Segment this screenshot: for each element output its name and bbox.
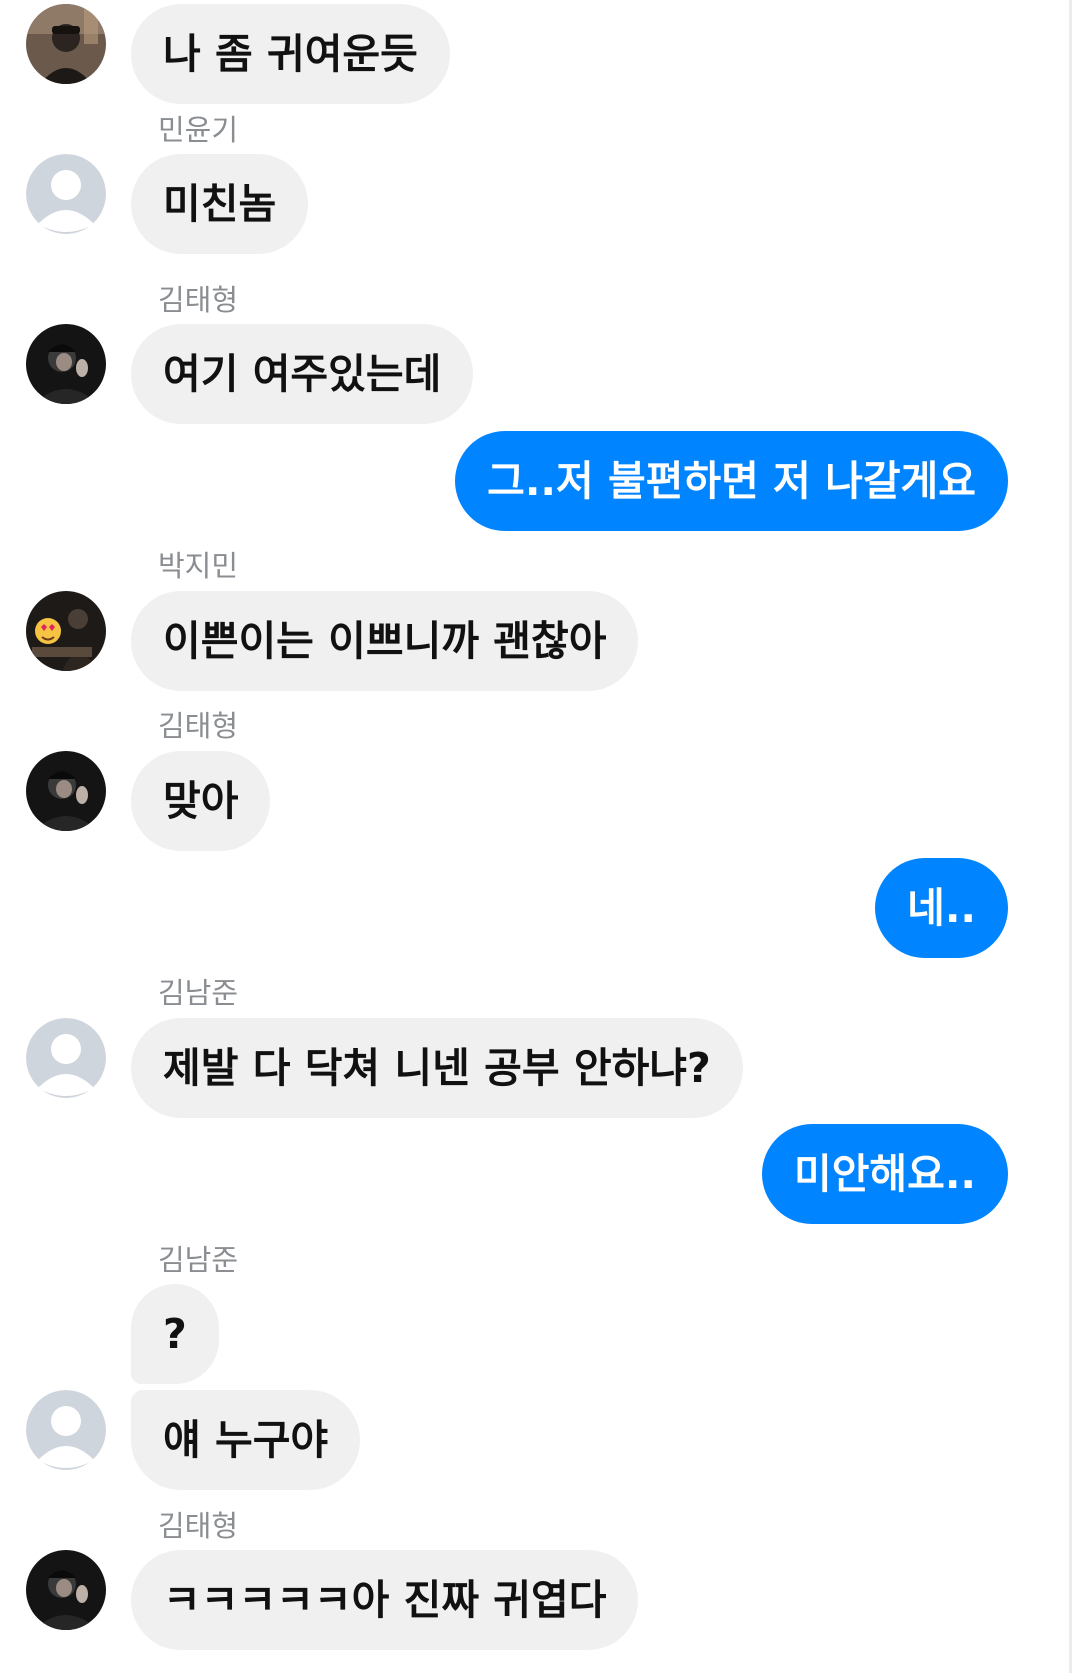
avatar-photo[interactable] xyxy=(26,4,106,84)
message-bubble-incoming[interactable]: ㅋㅋㅋㅋㅋ아 진짜 귀엽다 xyxy=(131,1550,639,1650)
message-bubble-incoming[interactable]: 제발 다 닥쳐 니넨 공부 안하냐? xyxy=(131,1018,743,1118)
sender-name: 김태형 xyxy=(158,283,239,317)
sender-name: 박지민 xyxy=(158,549,239,583)
sender-name: 김남준 xyxy=(158,1243,239,1277)
person-photo-icon xyxy=(26,1550,106,1630)
message-bubble-incoming[interactable]: 여기 여주있는데 xyxy=(131,324,474,424)
avatar-placeholder[interactable] xyxy=(26,1018,106,1098)
person-photo-icon xyxy=(26,751,106,831)
message-bubble-incoming[interactable]: 미친놈 xyxy=(131,154,309,254)
avatar-placeholder[interactable] xyxy=(26,1390,106,1470)
person-with-heart-eyes-sticker-icon xyxy=(26,591,106,671)
default-user-icon xyxy=(26,1390,106,1470)
avatar-photo[interactable] xyxy=(26,591,106,671)
message-bubble-incoming[interactable]: 얘 누구야 xyxy=(131,1390,361,1490)
avatar-photo[interactable] xyxy=(26,751,106,831)
message-bubble-outgoing[interactable]: 네.. xyxy=(875,858,1008,958)
message-bubble-incoming[interactable]: 나 좀 귀여운듯 xyxy=(131,4,450,104)
message-bubble-incoming[interactable]: 맞아 xyxy=(131,751,271,851)
default-user-icon xyxy=(26,154,106,234)
avatar-photo[interactable] xyxy=(26,324,106,404)
sender-name: 민윤기 xyxy=(158,113,239,147)
default-user-icon xyxy=(26,1018,106,1098)
message-bubble-outgoing[interactable]: 그..저 불편하면 저 나갈게요 xyxy=(455,431,1008,531)
avatar-photo[interactable] xyxy=(26,1550,106,1630)
sender-name: 김태형 xyxy=(158,1509,239,1543)
person-photo-icon xyxy=(26,324,106,404)
avatar-placeholder[interactable] xyxy=(26,154,106,234)
message-bubble-incoming[interactable]: ? xyxy=(131,1284,219,1384)
message-bubble-incoming[interactable]: 이쁜이는 이쁘니까 괜찮아 xyxy=(131,591,639,691)
message-bubble-outgoing[interactable]: 미안해요.. xyxy=(761,1124,1008,1224)
sender-name: 김태형 xyxy=(158,709,239,743)
sender-name: 김남준 xyxy=(158,976,239,1010)
person-photo-icon xyxy=(26,4,106,84)
